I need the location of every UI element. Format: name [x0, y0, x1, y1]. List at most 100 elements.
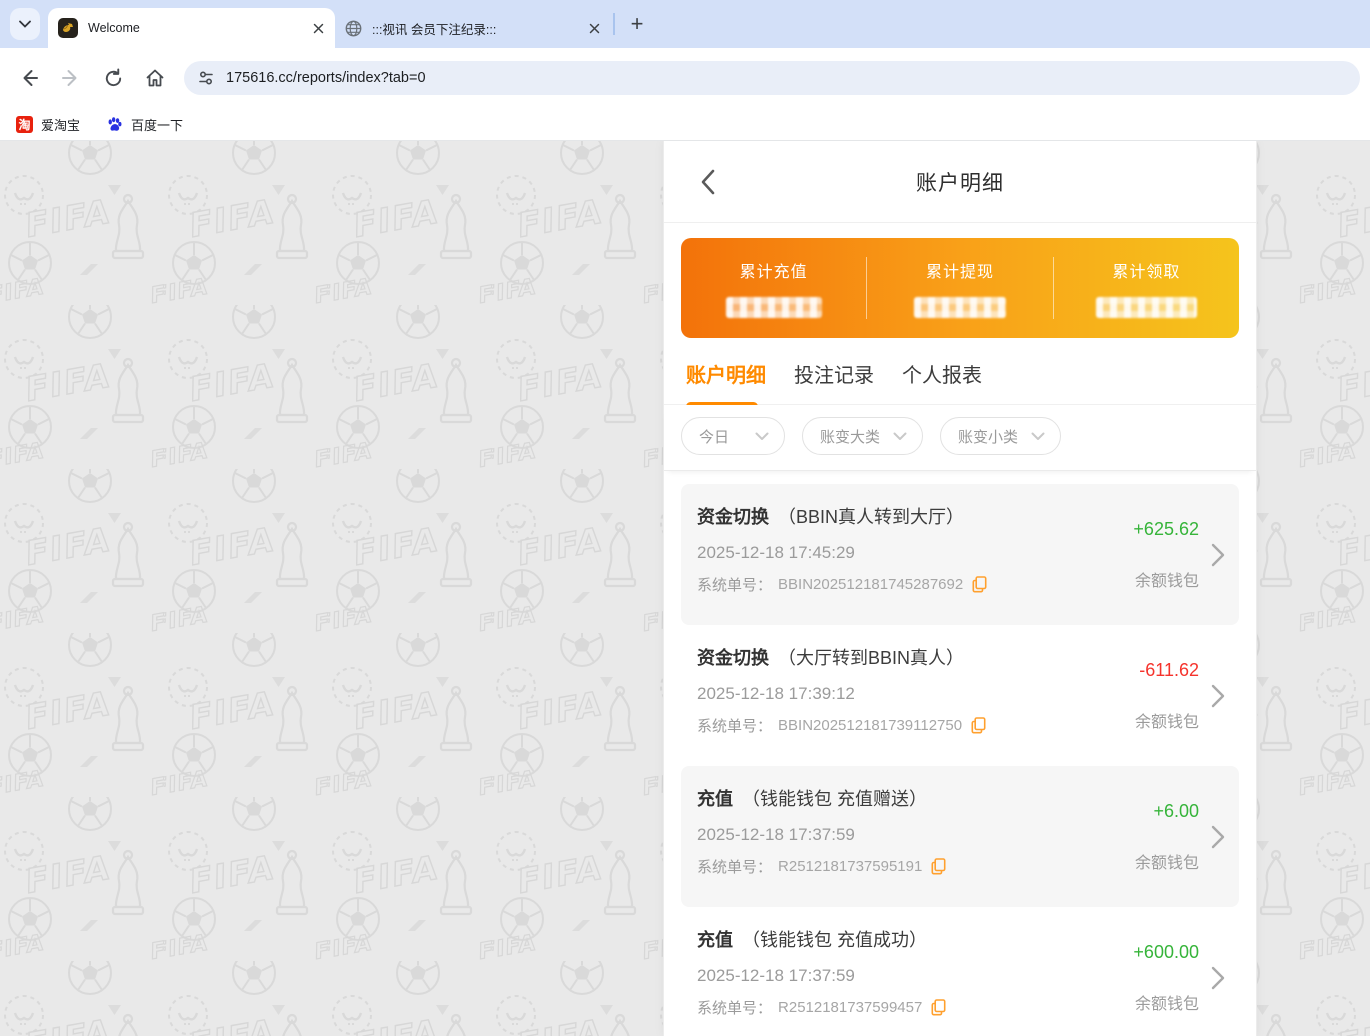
tab-label: 账户明细	[686, 365, 766, 387]
censored-value	[726, 297, 822, 318]
browser-tab-records[interactable]: :::视讯 会员下注纪录:::	[335, 8, 611, 48]
censored-value	[1096, 297, 1197, 318]
home-button[interactable]	[138, 61, 172, 95]
transaction-list: 资金切换 （BBIN真人转到大厅） 2025-12-18 17:45:29 系统单…	[664, 471, 1256, 1036]
browser-toolbar: 175616.cc/reports/index?tab=0	[0, 48, 1370, 108]
tab-bet-records[interactable]: 投注记录	[794, 340, 874, 407]
transaction-row-2[interactable]: 充值（钱能钱包 充值赠送） 2025-12-18 17:37:59 系统单号： …	[681, 766, 1239, 907]
transaction-amount: +625.62	[1133, 519, 1199, 540]
tab-label: 投注记录	[794, 365, 874, 387]
chevron-down-icon	[893, 432, 907, 441]
summary-label: 累计提现	[926, 258, 994, 282]
tab-personal-report[interactable]: 个人报表	[902, 340, 982, 407]
bookmark-baidu[interactable]: 百度一下	[106, 115, 183, 134]
chevron-right-icon	[1211, 825, 1225, 849]
back-button[interactable]	[12, 61, 46, 95]
wallet-label: 余额钱包	[1135, 849, 1199, 873]
bookmark-label: 爱淘宝	[41, 115, 80, 134]
tab-title: Welcome	[88, 21, 309, 35]
summary-label: 累计领取	[1112, 258, 1180, 282]
summary-total-claimed: 累计领取	[1054, 258, 1239, 318]
gold-emblem-icon	[58, 18, 78, 38]
chevron-right-icon	[1211, 684, 1225, 708]
copy-icon[interactable]	[931, 999, 946, 1016]
chevron-right-icon	[1211, 543, 1225, 567]
browser-tab-welcome[interactable]: Welcome	[48, 8, 335, 48]
tab-label: 个人报表	[902, 365, 982, 387]
filter-label: 账变小类	[958, 426, 1018, 447]
copy-icon[interactable]	[971, 717, 986, 734]
url-text[interactable]: 175616.cc/reports/index?tab=0	[226, 70, 426, 86]
page-background: FIFA FIFA FIFA 账户明细 累计充值	[0, 141, 1370, 1036]
copy-icon[interactable]	[972, 576, 987, 593]
transaction-time: 2025-12-18 17:45:29	[697, 543, 1133, 563]
transaction-amount: -611.62	[1139, 660, 1199, 681]
filter-label: 今日	[699, 426, 729, 447]
new-tab-button[interactable]: +	[623, 10, 651, 38]
globe-icon	[345, 20, 362, 37]
censored-value	[914, 297, 1006, 318]
transaction-type: 充值	[697, 789, 733, 809]
chevron-left-icon	[700, 169, 715, 195]
bookmarks-bar: 淘 爱淘宝 百度一下	[0, 108, 1370, 141]
major-category-dropdown[interactable]: 账变大类	[802, 417, 923, 455]
order-number: BBIN202512181739112750	[778, 717, 962, 734]
transaction-detail: （BBIN真人转到大厅）	[778, 507, 964, 527]
section-tabs: 账户明细 投注记录 个人报表	[664, 342, 1256, 405]
transaction-row-0[interactable]: 资金切换（BBIN真人转到大厅） 2025-12-18 17:45:29 系统单…	[681, 484, 1239, 625]
tab-separator	[613, 13, 615, 35]
transaction-type: 充值	[697, 930, 733, 950]
transaction-detail: （大厅转到BBIN真人）	[778, 648, 964, 668]
filter-bar: 今日 账变大类 账变小类	[664, 405, 1256, 471]
transaction-time: 2025-12-18 17:37:59	[697, 825, 1135, 845]
order-number-label: 系统单号：	[697, 574, 772, 595]
transaction-row-1[interactable]: 资金切换（大厅转到BBIN真人） 2025-12-18 17:39:12 系统单…	[681, 625, 1239, 766]
bookmark-label: 百度一下	[131, 115, 183, 134]
wallet-label: 余额钱包	[1135, 990, 1199, 1014]
transaction-time: 2025-12-18 17:39:12	[697, 684, 1135, 704]
transaction-amount: +6.00	[1153, 801, 1199, 822]
chevron-down-icon	[19, 20, 31, 28]
url-bar[interactable]: 175616.cc/reports/index?tab=0	[184, 61, 1360, 95]
wallet-label: 余额钱包	[1135, 567, 1199, 591]
chevron-down-icon	[755, 432, 769, 441]
order-number-label: 系统单号：	[697, 997, 772, 1018]
baidu-paw-icon	[106, 116, 123, 133]
summary-label: 累计充值	[740, 258, 808, 282]
order-number: R2512181737599457	[778, 999, 922, 1016]
wallet-label: 余额钱包	[1135, 708, 1199, 732]
transaction-row-3[interactable]: 充值（钱能钱包 充值成功） 2025-12-18 17:37:59 系统单号： …	[681, 907, 1239, 1036]
tab-title: :::视讯 会员下注纪录:::	[372, 19, 585, 38]
taobao-icon: 淘	[16, 116, 33, 133]
forward-button[interactable]	[54, 61, 88, 95]
transaction-detail: （钱能钱包 充值赠送）	[742, 789, 927, 809]
summary-total-withdraw: 累计提现	[867, 258, 1052, 318]
summary-total-deposit: 累计充值	[681, 258, 866, 318]
minor-category-dropdown[interactable]: 账变小类	[940, 417, 1061, 455]
browser-tab-strip: Welcome :::视讯 会员下注纪录::: +	[0, 0, 1370, 48]
chevron-right-icon	[1211, 966, 1225, 990]
reload-button[interactable]	[96, 61, 130, 95]
order-number: BBIN202512181745287692	[778, 576, 963, 593]
panel-header: 账户明细	[664, 141, 1256, 223]
copy-icon[interactable]	[931, 858, 946, 875]
transaction-amount: +600.00	[1133, 942, 1199, 963]
site-info-icon[interactable]	[197, 69, 215, 87]
tab-account-detail[interactable]: 账户明细	[686, 340, 766, 407]
filter-label: 账变大类	[820, 426, 880, 447]
transaction-time: 2025-12-18 17:37:59	[697, 966, 1133, 986]
close-icon[interactable]	[585, 19, 603, 37]
close-icon[interactable]	[309, 19, 327, 37]
transaction-detail: （钱能钱包 充值成功）	[742, 930, 927, 950]
summary-card: 累计充值 累计提现 累计领取	[681, 238, 1239, 338]
account-detail-panel: 账户明细 累计充值 累计提现 累计领取 账户明细	[663, 141, 1257, 1036]
order-number: R2512181737595191	[778, 858, 922, 875]
date-filter-dropdown[interactable]: 今日	[681, 417, 785, 455]
tab-search-button[interactable]	[10, 8, 40, 40]
back-chevron-button[interactable]	[694, 141, 721, 222]
chevron-down-icon	[1031, 432, 1045, 441]
transaction-type: 资金切换	[697, 648, 769, 668]
order-number-label: 系统单号：	[697, 856, 772, 877]
page-title: 账户明细	[916, 167, 1004, 197]
bookmark-taobao[interactable]: 淘 爱淘宝	[16, 115, 80, 134]
